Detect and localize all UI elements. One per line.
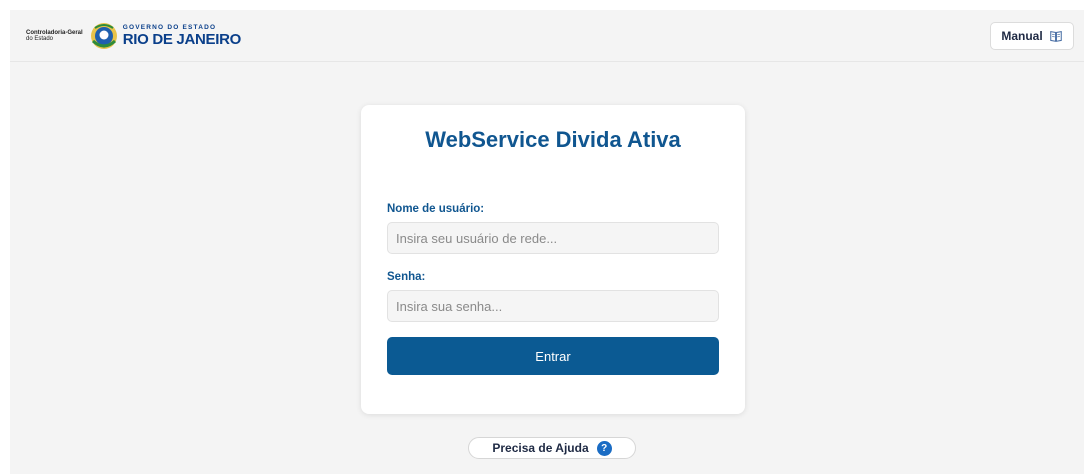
logo-group: Controladoria-Geral do Estado GOVERNO DO… <box>26 16 241 56</box>
question-circle-icon: ? <box>596 440 612 456</box>
app-root: Controladoria-Geral do Estado GOVERNO DO… <box>10 10 1084 474</box>
username-label: Nome de usuário: <box>387 203 485 215</box>
book-icon <box>1049 30 1062 42</box>
cge-logo: Controladoria-Geral do Estado <box>26 30 83 42</box>
rj-logo-line2: RIO DE JANEIRO <box>122 31 242 49</box>
cge-logo-line2: do Estado <box>26 36 54 42</box>
page-title: WebService Divida Ativa <box>425 127 681 152</box>
manual-button-label: Manual <box>1001 29 1043 43</box>
manual-button[interactable]: Manual <box>990 22 1074 50</box>
top-header: Controladoria-Geral do Estado GOVERNO DO… <box>10 10 1084 62</box>
state-crest-icon <box>90 23 117 49</box>
username-input[interactable] <box>387 222 719 254</box>
login-button[interactable]: Entrar <box>387 337 719 375</box>
help-button-label: Precisa de Ajuda <box>492 441 589 455</box>
password-input[interactable] <box>387 290 719 322</box>
help-button[interactable]: Precisa de Ajuda ? <box>468 437 636 459</box>
login-card: WebService Divida Ativa Nome de usuário:… <box>361 105 745 414</box>
password-label: Senha: <box>387 271 426 283</box>
rj-logo: GOVERNO DO ESTADO RIO DE JANEIRO <box>122 24 242 49</box>
